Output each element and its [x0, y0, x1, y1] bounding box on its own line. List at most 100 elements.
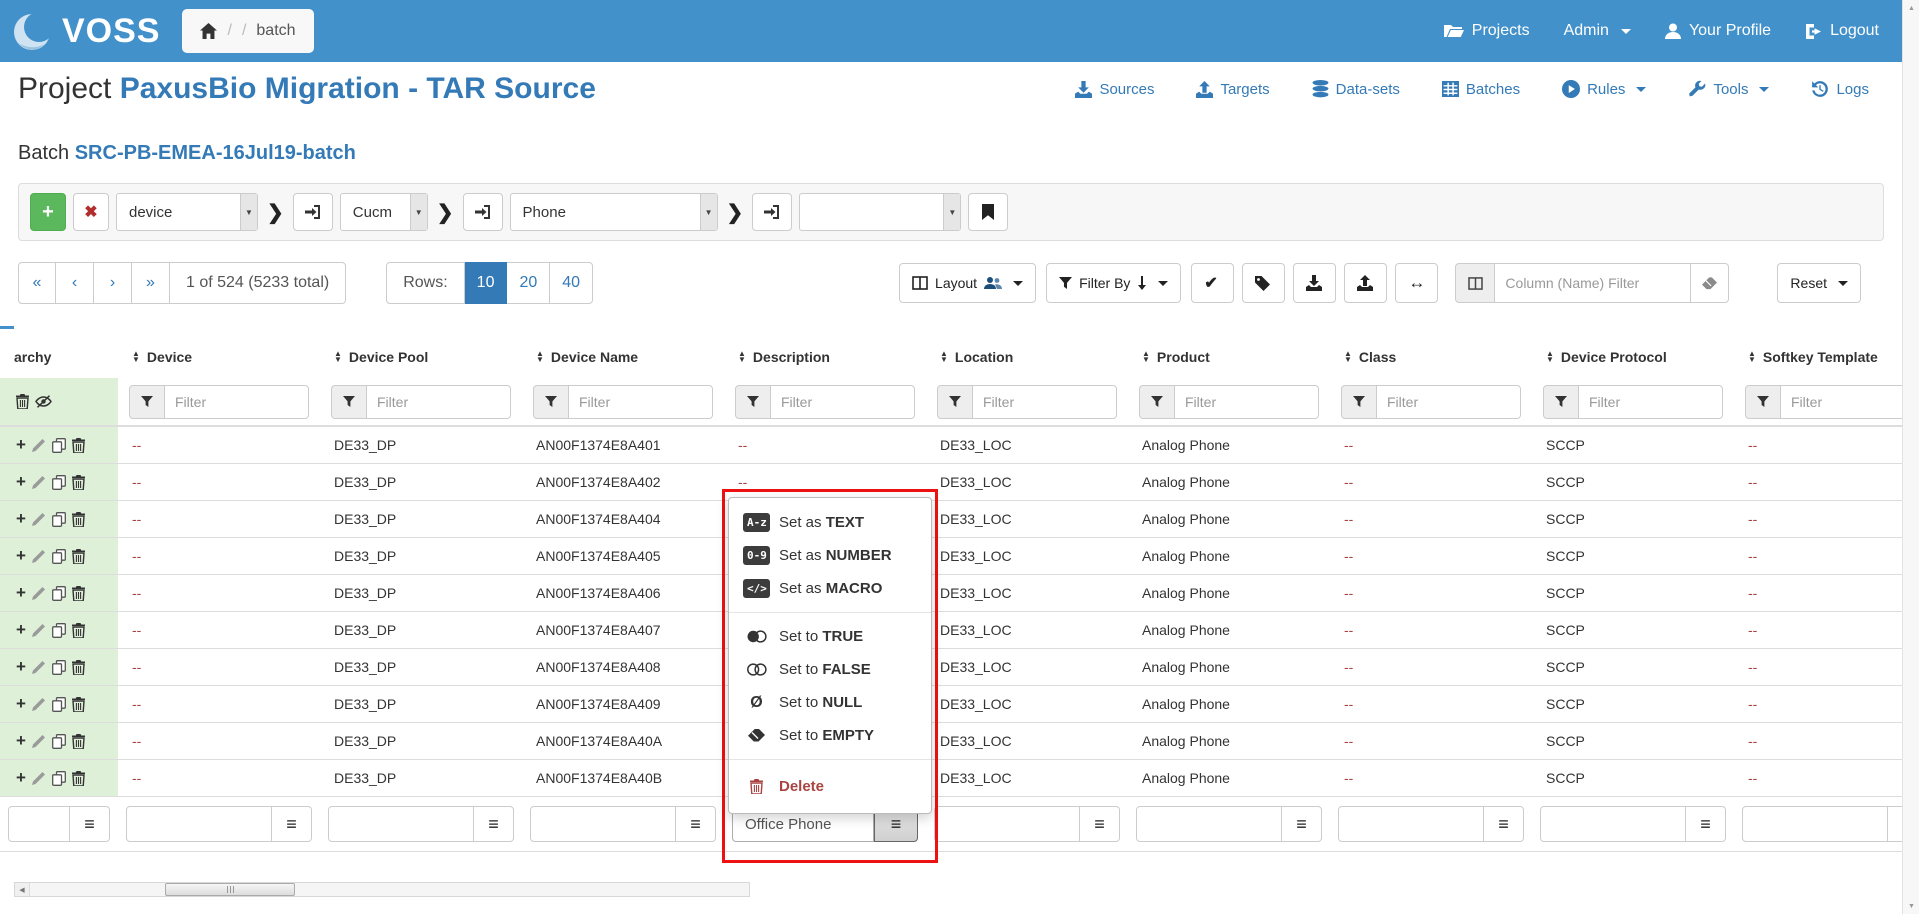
bulk-menu-button-location[interactable]: ≡: [1080, 806, 1120, 842]
row-delete-button[interactable]: [72, 438, 85, 453]
row-copy-button[interactable]: [52, 475, 66, 490]
filter-input-softkey_template[interactable]: [1781, 385, 1902, 419]
bulk-input-class[interactable]: [1338, 806, 1484, 842]
reset-button[interactable]: Reset: [1777, 263, 1861, 303]
row-edit-button[interactable]: [32, 549, 46, 563]
link-tools[interactable]: Tools: [1688, 80, 1769, 98]
model-select[interactable]: device ▼: [116, 193, 258, 231]
bulk-input-device_pool[interactable]: [328, 806, 474, 842]
first-page-button[interactable]: «: [18, 262, 56, 304]
filter-input-device_pool[interactable]: [367, 385, 511, 419]
row-add-button[interactable]: +: [16, 731, 26, 751]
last-page-button[interactable]: »: [132, 262, 170, 304]
menu-item-true[interactable]: Set to TRUE: [729, 620, 931, 653]
row-add-button[interactable]: +: [16, 620, 26, 640]
link-targets[interactable]: Targets: [1196, 81, 1269, 98]
row-edit-button[interactable]: [32, 697, 46, 711]
column-header-description[interactable]: ▲▼Description: [724, 336, 926, 378]
row-copy-button[interactable]: [52, 512, 66, 527]
filter-input-device_name[interactable]: [569, 385, 713, 419]
bulk-menu-button-device_pool[interactable]: ≡: [474, 806, 514, 842]
scroll-up-arrow-icon[interactable]: ▲: [1903, 0, 1919, 16]
row-delete-button[interactable]: [72, 475, 85, 490]
enter-level-button[interactable]: [752, 193, 792, 231]
column-header-class[interactable]: ▲▼Class: [1330, 336, 1532, 378]
sort-icon[interactable]: ▲▼: [132, 351, 140, 363]
menu-item-text[interactable]: A-zSet as TEXT: [729, 506, 931, 539]
row-edit-button[interactable]: [32, 734, 46, 748]
row-edit-button[interactable]: [32, 660, 46, 674]
link-data-sets[interactable]: Data-sets: [1312, 80, 1400, 98]
apply-button[interactable]: ✔: [1191, 263, 1234, 303]
sort-icon[interactable]: ▲▼: [738, 351, 746, 363]
row-add-button[interactable]: +: [16, 657, 26, 677]
row-add-button[interactable]: +: [16, 583, 26, 603]
sort-icon[interactable]: ▲▼: [1142, 351, 1150, 363]
extra-select[interactable]: ▼: [799, 193, 961, 231]
sort-icon[interactable]: ▲▼: [1748, 351, 1756, 363]
bulk-input-softkey_template[interactable]: [1742, 806, 1888, 842]
column-header-device_name[interactable]: ▲▼Device Name: [522, 336, 724, 378]
bulk-menu-button-device_protocol[interactable]: ≡: [1686, 806, 1726, 842]
scroll-left-arrow-icon[interactable]: ◀: [15, 883, 30, 896]
enter-level-button[interactable]: [463, 193, 503, 231]
import-button[interactable]: [1344, 263, 1387, 303]
row-delete-button[interactable]: [72, 660, 85, 675]
row-copy-button[interactable]: [52, 623, 66, 638]
nav-logout[interactable]: Logout: [1805, 22, 1879, 40]
filter-input-location[interactable]: [973, 385, 1117, 419]
row-add-button[interactable]: +: [16, 435, 26, 455]
row-copy-button[interactable]: [52, 438, 66, 453]
row-copy-button[interactable]: [52, 734, 66, 749]
column-header-device_protocol[interactable]: ▲▼Device Protocol: [1532, 336, 1734, 378]
horizontal-scrollbar[interactable]: ◀: [14, 882, 750, 897]
row-copy-button[interactable]: [52, 697, 66, 712]
row-copy-button[interactable]: [52, 660, 66, 675]
clear-filter-button[interactable]: [1691, 263, 1729, 303]
row-delete-button[interactable]: [72, 771, 85, 786]
filter-input-device[interactable]: [165, 385, 309, 419]
bulk-menu-button-hierarchy[interactable]: ≡: [70, 806, 110, 842]
row-copy-button[interactable]: [52, 586, 66, 601]
rows-option-20[interactable]: 20: [507, 262, 550, 304]
nav-admin[interactable]: Admin: [1564, 22, 1631, 40]
bulk-input-product[interactable]: [1136, 806, 1282, 842]
bulk-input-device[interactable]: [126, 806, 272, 842]
row-edit-button[interactable]: [32, 586, 46, 600]
menu-item-empty[interactable]: Set to EMPTY: [729, 719, 931, 752]
sort-icon[interactable]: ▲▼: [940, 351, 948, 363]
bulk-input-location[interactable]: [934, 806, 1080, 842]
column-header-location[interactable]: ▲▼Location: [926, 336, 1128, 378]
sort-icon[interactable]: ▲▼: [1344, 351, 1352, 363]
tag-button[interactable]: [1242, 263, 1285, 303]
row-edit-button[interactable]: [32, 623, 46, 637]
row-add-button[interactable]: +: [16, 472, 26, 492]
link-batches[interactable]: Batches: [1442, 81, 1520, 98]
row-delete-button[interactable]: [72, 697, 85, 712]
remove-button[interactable]: ✖: [73, 193, 109, 231]
breadcrumb-item-batch[interactable]: batch: [256, 22, 295, 40]
sort-icon[interactable]: ▲▼: [1546, 351, 1554, 363]
filter-input-product[interactable]: [1175, 385, 1319, 419]
bulk-menu-button-device[interactable]: ≡: [272, 806, 312, 842]
row-delete-button[interactable]: [72, 734, 85, 749]
layout-button[interactable]: Layout: [899, 263, 1036, 303]
bulk-input-device_protocol[interactable]: [1540, 806, 1686, 842]
row-copy-button[interactable]: [52, 549, 66, 564]
row-edit-button[interactable]: [32, 438, 46, 452]
filter-input-device_protocol[interactable]: [1579, 385, 1723, 419]
row-edit-button[interactable]: [32, 771, 46, 785]
row-add-button[interactable]: +: [16, 546, 26, 566]
sort-icon[interactable]: ▲▼: [536, 351, 544, 363]
row-copy-button[interactable]: [52, 771, 66, 786]
column-header-device[interactable]: ▲▼Device: [118, 336, 320, 378]
next-page-button[interactable]: ›: [94, 262, 132, 304]
column-header-product[interactable]: ▲▼Product: [1128, 336, 1330, 378]
driver-select[interactable]: Cucm ▼: [340, 193, 428, 231]
menu-item-macro[interactable]: </>Set as MACRO: [729, 572, 931, 605]
bulk-menu-button-class[interactable]: ≡: [1484, 806, 1524, 842]
sort-icon[interactable]: ▲▼: [334, 351, 342, 363]
link-sources[interactable]: Sources: [1075, 81, 1154, 98]
column-header-softkey_template[interactable]: ▲▼Softkey Template: [1734, 336, 1902, 378]
link-logs[interactable]: Logs: [1811, 80, 1869, 98]
